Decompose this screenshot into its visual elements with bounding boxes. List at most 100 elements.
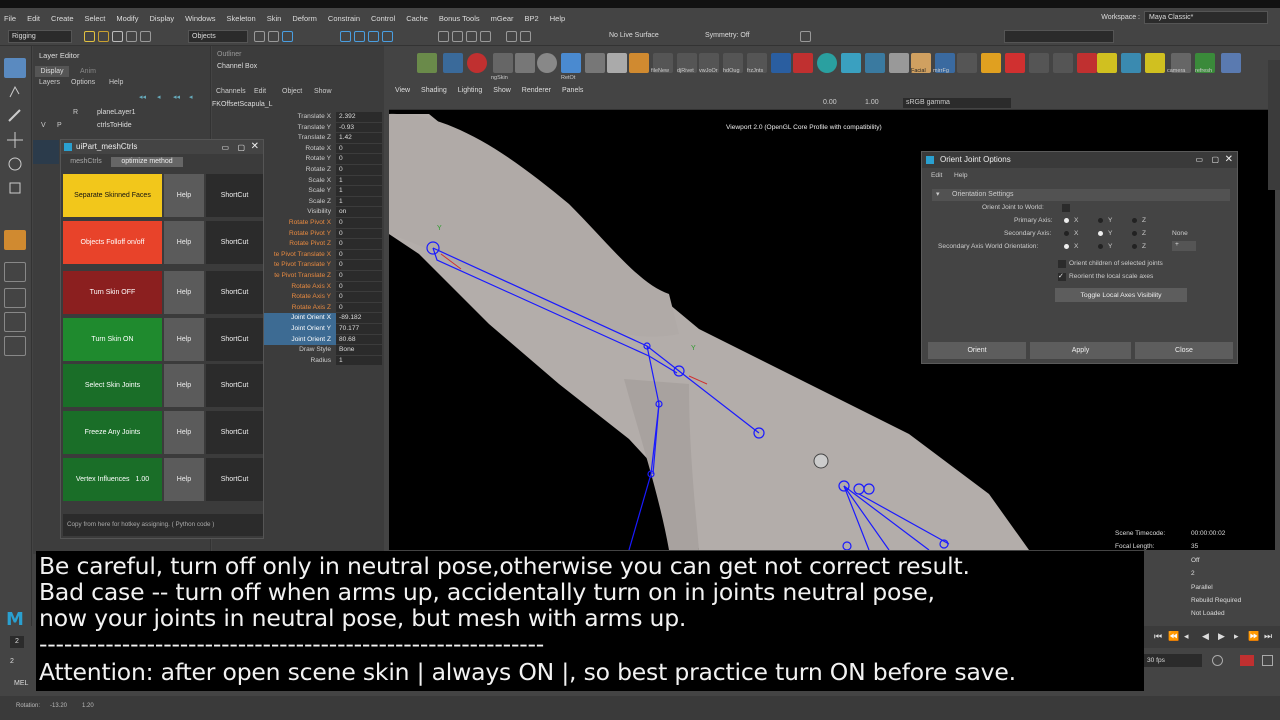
layer-down-icon[interactable]: ◂	[157, 93, 161, 101]
menu-skeleton[interactable]: Skeleton	[227, 14, 256, 23]
channel-value[interactable]: 0	[336, 165, 382, 176]
channel-value[interactable]: 1	[336, 175, 382, 187]
start-frame-field[interactable]: 2	[10, 656, 32, 668]
vp-menu-view[interactable]: View	[395, 87, 410, 94]
menu-help[interactable]: Help	[550, 14, 565, 23]
shelf-search-icon[interactable]	[585, 53, 605, 73]
history-icon[interactable]	[520, 31, 531, 42]
gamma-field[interactable]: 1.00	[865, 99, 879, 106]
orient-children-checkbox[interactable]	[1058, 260, 1066, 268]
orient-button[interactable]: Orient	[928, 342, 1026, 359]
render-icon[interactable]	[438, 31, 449, 42]
live-surface-field[interactable]: No Live Surface	[606, 30, 692, 43]
ipr-icon[interactable]	[452, 31, 463, 42]
preferences-icon[interactable]	[1262, 655, 1273, 666]
hypershade-icon[interactable]	[506, 31, 517, 42]
reorient-checkbox[interactable]: ✓	[1058, 273, 1066, 281]
shelf-pin-icon[interactable]	[1005, 53, 1025, 73]
layer-playback[interactable]: P	[57, 122, 62, 129]
snap-grid-icon[interactable]	[340, 31, 351, 42]
orient-world-checkbox[interactable]	[1062, 204, 1070, 212]
shelf-layers-icon[interactable]	[865, 53, 885, 73]
layer-new-icon[interactable]: ◂	[189, 93, 193, 101]
menu-modify[interactable]: Modify	[116, 14, 138, 23]
mel-label[interactable]: MEL	[14, 680, 28, 687]
go-end-icon[interactable]: ⏭	[1264, 631, 1272, 642]
oj-menu-edit[interactable]: Edit	[931, 172, 942, 179]
layer-add-icon[interactable]: ◂◂	[173, 93, 180, 101]
edit-menu[interactable]: Edit	[254, 88, 266, 95]
menu-skin[interactable]: Skin	[267, 14, 282, 23]
move-tool-icon[interactable]	[4, 130, 26, 150]
channel-value[interactable]: 80.68	[336, 334, 382, 346]
shelf-snap-icon[interactable]	[1053, 53, 1073, 73]
shelf-camera-icon[interactable]	[515, 53, 535, 73]
shelf-ocean-icon[interactable]	[443, 53, 463, 73]
shortcut-button[interactable]: ShortCut	[206, 221, 263, 264]
tool-button[interactable]: Turn Skin OFF	[63, 271, 162, 314]
channel-value[interactable]: 0	[336, 281, 382, 293]
shelf-grid-icon[interactable]	[889, 53, 909, 73]
axis-radio[interactable]	[1132, 218, 1137, 223]
redo-icon[interactable]	[140, 31, 151, 42]
loop-icon[interactable]	[1212, 655, 1223, 666]
channel-value[interactable]: 0	[336, 143, 382, 155]
collapse-arrow-icon[interactable]: ▾	[936, 190, 940, 198]
maximize-icon[interactable]: ▢	[237, 141, 245, 155]
shortcut-button[interactable]: ShortCut	[206, 271, 263, 314]
channel-value[interactable]: 1.42	[336, 133, 382, 144]
workspace-dropdown[interactable]: Maya Classic*	[1144, 11, 1268, 24]
help-button[interactable]: Help	[164, 174, 204, 217]
tab-optimize-method[interactable]: optimize method	[111, 157, 183, 167]
channel-value[interactable]: -89.182	[336, 313, 382, 324]
symmetry-field[interactable]: Symmetry: Off	[702, 30, 764, 43]
axis-radio[interactable]	[1098, 218, 1103, 223]
toggle-local-axes-button[interactable]: Toggle Local Axes Visibility	[1055, 288, 1187, 302]
frame-field[interactable]: 2	[10, 636, 24, 648]
menu-cache[interactable]: Cache	[406, 14, 428, 23]
select-tool-icon[interactable]	[4, 58, 26, 78]
minimize-icon[interactable]: ▭	[1195, 152, 1203, 168]
shelf-clock-icon[interactable]	[537, 53, 557, 73]
fps-dropdown[interactable]: 30 fps	[1144, 654, 1202, 667]
channel-value[interactable]: 0	[336, 302, 382, 314]
channel-value[interactable]: 1	[336, 186, 382, 197]
tool-button[interactable]: Separate Skinned Faces	[63, 174, 162, 217]
scale-tool-icon[interactable]	[4, 178, 26, 198]
channel-row[interactable]: Translate Y -0.93	[212, 122, 384, 134]
channel-value[interactable]: on	[336, 207, 382, 218]
menu-bonus-tools[interactable]: Bonus Tools	[439, 14, 480, 23]
select-hierarchy-icon[interactable]	[254, 31, 265, 42]
select-component-icon[interactable]	[282, 31, 293, 42]
axis-radio[interactable]	[1132, 231, 1137, 236]
channel-value[interactable]: 0	[336, 239, 382, 250]
menu-constrain[interactable]: Constrain	[328, 14, 360, 23]
help-button[interactable]: Help	[164, 411, 204, 454]
channel-label[interactable]: Translate Y	[212, 123, 336, 134]
shelf-dots-icon[interactable]	[957, 53, 977, 73]
tab-display[interactable]: Display	[35, 66, 69, 77]
shelf-clapboard-icon[interactable]	[417, 53, 437, 73]
step-forward-key-icon[interactable]: ⏩	[1248, 631, 1259, 642]
maximize-icon[interactable]: ▢	[1211, 152, 1219, 168]
render-settings-icon[interactable]	[480, 31, 491, 42]
snap-point-icon[interactable]	[368, 31, 379, 42]
channels-menu[interactable]: Channels	[216, 88, 246, 95]
shelf-joint-icon[interactable]	[1077, 53, 1097, 73]
layout-outliner-icon[interactable]	[4, 336, 26, 356]
save-icon[interactable]	[112, 31, 123, 42]
help-menu[interactable]: Help	[109, 79, 123, 86]
options-menu[interactable]: Options	[71, 79, 95, 86]
none-radio-label[interactable]: None	[1172, 230, 1188, 237]
channel-value[interactable]: 2.392	[336, 112, 382, 123]
shelf-copy-icon[interactable]	[607, 53, 627, 73]
menu-select[interactable]: Select	[85, 14, 106, 23]
channel-label[interactable]: Translate X	[212, 112, 336, 123]
snap-curve-icon[interactable]	[354, 31, 365, 42]
menu-display[interactable]: Display	[150, 14, 175, 23]
axis-radio[interactable]	[1132, 244, 1137, 249]
layer-name[interactable]: planeLayer1	[97, 109, 136, 116]
shortcut-button[interactable]: ShortCut	[206, 174, 263, 217]
help-button[interactable]: Help	[164, 271, 204, 314]
folder-icon[interactable]	[84, 31, 95, 42]
